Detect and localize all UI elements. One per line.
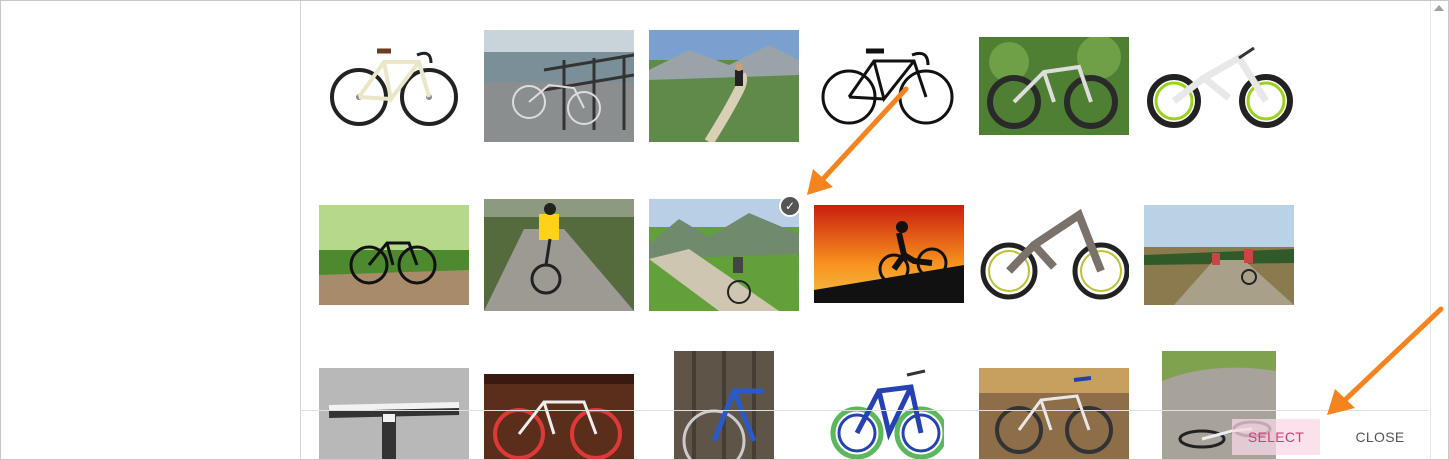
gallery-image-snowy-handlebar[interactable] [319, 368, 469, 459]
gallery-image-road-bike-white[interactable] [319, 37, 469, 132]
arrow-to-select-button-icon [1343, 306, 1444, 402]
gallery-image-mountain-trail-rider[interactable] [649, 30, 799, 142]
gallery-image-bike-in-forest[interactable] [319, 205, 469, 305]
gallery-image-blue-bike-at-door[interactable] [674, 351, 774, 459]
gallery-image-rider-alpine-valley[interactable] [649, 199, 799, 311]
gallery-image-white-downhill-mtb[interactable] [1144, 43, 1294, 131]
select-button[interactable]: SELECT [1232, 419, 1320, 455]
scroll-up-arrow-icon[interactable] [1434, 5, 1444, 11]
gallery-image-grey-downhill-mtb[interactable] [979, 205, 1129, 305]
close-button[interactable]: CLOSE [1339, 419, 1421, 455]
gallery-image-sunset-silhouette-rider[interactable] [814, 205, 964, 303]
vertical-scrollbar[interactable] [1430, 1, 1448, 459]
selected-check-icon: ✓ [779, 195, 801, 217]
gallery-image-riders-heath-trail[interactable] [1144, 205, 1294, 305]
gallery-image-black-road-bike-silhouette[interactable] [814, 37, 964, 132]
gallery-image-bike-on-gravel-leaves[interactable] [979, 368, 1129, 459]
gallery-image-full-suspension-mtb-grass[interactable] [979, 37, 1129, 135]
gallery-image-rider-gravel-path[interactable] [484, 199, 634, 311]
sidebar-panel [1, 1, 301, 459]
gallery-image-red-rim-fixie[interactable] [484, 374, 634, 459]
gallery-image-bike-by-railing[interactable] [484, 30, 634, 142]
image-picker-dialog: ✓ SELECT CLOSE [0, 0, 1449, 460]
footer-divider [301, 410, 1428, 411]
